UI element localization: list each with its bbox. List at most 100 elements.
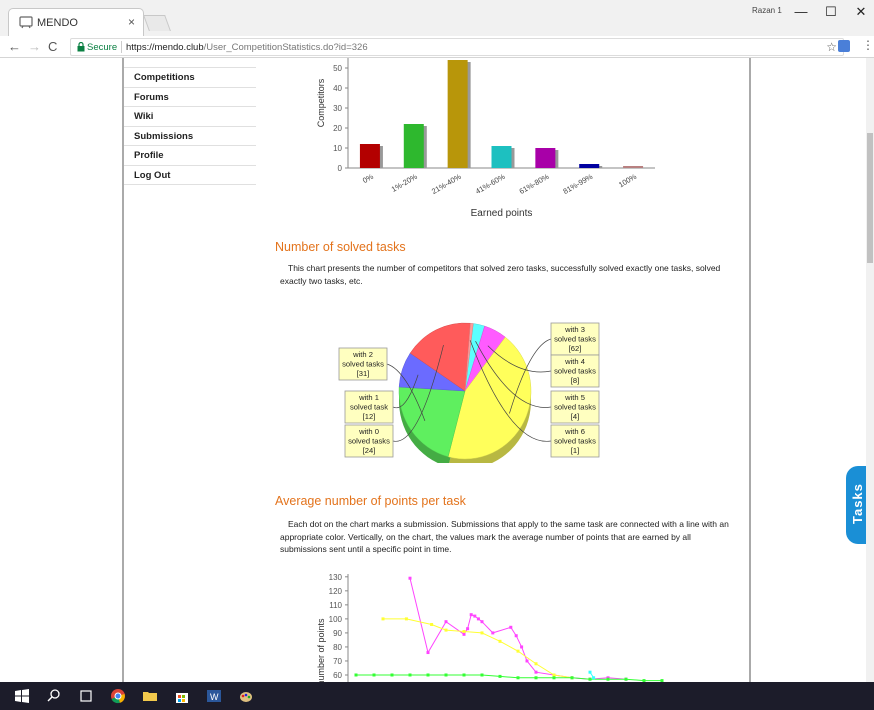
paint-icon[interactable]: [238, 688, 254, 704]
bar-y-tick-label: 20: [333, 124, 342, 133]
line-point: [426, 651, 430, 655]
bar-21%-40%: [447, 60, 468, 168]
pie-label-text: [1]: [571, 446, 579, 455]
chrome-icon[interactable]: [110, 688, 126, 704]
pie-label-text: solved task: [350, 403, 388, 412]
avg-points-line-chart: 60 70 80 90 100 110 120 130 number of points: [316, 573, 664, 682]
pie-label-text: solved tasks: [348, 437, 390, 446]
sidebar-item-submissions[interactable]: Submissions: [124, 127, 256, 146]
line-point: [516, 649, 520, 653]
line-point: [570, 676, 574, 680]
line-point: [480, 620, 484, 624]
pie-label-text: with 4: [564, 357, 585, 366]
line-point: [444, 620, 448, 624]
pie-label-text: [4]: [571, 412, 579, 421]
bar-100%: [623, 166, 644, 168]
line-point: [509, 625, 513, 629]
sidebar-item-logout[interactable]: Log Out: [124, 166, 256, 185]
omnibox[interactable]: Secure https://mendo.club/User_Competiti…: [70, 38, 844, 56]
tab-close-icon[interactable]: ×: [128, 15, 135, 29]
line-point: [525, 659, 529, 663]
sidebar-item-wiki[interactable]: Wiki: [124, 107, 256, 127]
line-y-tick-label: 110: [329, 601, 342, 610]
line-y-tick-label: 70: [333, 657, 342, 666]
bar-y-tick-label: 10: [333, 144, 342, 153]
line-point: [534, 676, 538, 680]
bar-y-tick-label: 0: [338, 164, 343, 173]
bar-y-axis-label: Competitors: [316, 78, 326, 127]
line-point: [462, 630, 466, 634]
line-point: [430, 622, 434, 626]
pie-label-text: [62]: [569, 344, 582, 353]
back-arrow-icon[interactable]: ←: [8, 39, 21, 54]
line-point: [372, 673, 376, 677]
bar-x-tick-label: 81%-99%: [562, 172, 595, 196]
line-point: [469, 613, 473, 617]
line-point: [444, 673, 448, 677]
solved-tasks-title: Number of solved tasks: [275, 240, 406, 254]
line-point: [480, 673, 484, 677]
scrollbar-thumb[interactable]: [867, 133, 873, 263]
file-explorer-icon[interactable]: [142, 688, 158, 704]
pie-label-text: [12]: [363, 412, 376, 421]
line-point: [552, 673, 556, 677]
task-view-icon[interactable]: [78, 688, 94, 704]
sidebar-item-competitions[interactable]: Competitions: [124, 68, 256, 88]
pie-label-text: [8]: [571, 376, 579, 385]
earned-points-bar-chart: 0 10 20 30 40 50 Competitors 0% 1%-20% 21%-40% 41%…: [316, 58, 655, 219]
mendo-favicon-icon: [19, 16, 33, 29]
line-point: [592, 676, 596, 680]
line-point: [462, 673, 466, 677]
maximize-button[interactable]: ☐: [816, 4, 846, 20]
pie-label-text: with 0: [358, 427, 379, 436]
bar-1%-20%: [403, 124, 424, 168]
line-y-tick-label: 130: [329, 573, 343, 582]
sidebar-item-profile[interactable]: Profile: [124, 146, 256, 166]
browser-menu-icon[interactable]: ⋮: [862, 38, 874, 52]
secure-label: Secure: [87, 42, 118, 53]
line-point: [381, 617, 385, 621]
line-point: [534, 662, 538, 666]
close-window-button[interactable]: ✕: [846, 4, 874, 20]
line-point: [624, 677, 628, 681]
bar-x-tick-label: 1%-20%: [390, 172, 419, 194]
tasks-tab-button[interactable]: Tasks: [846, 466, 866, 544]
sidebar-item-forums[interactable]: Forums: [124, 88, 256, 107]
line-point: [390, 673, 394, 677]
line-point: [552, 676, 556, 680]
tab-mendo[interactable]: MENDO ×: [8, 8, 144, 36]
line-point: [498, 674, 502, 678]
line-series: [383, 618, 573, 679]
search-icon[interactable]: [46, 688, 62, 704]
bookmark-star-icon[interactable]: ☆: [826, 40, 837, 54]
pie-label-text: with 5: [564, 393, 585, 402]
svg-text:W: W: [210, 692, 219, 702]
pie-label-text: solved tasks: [554, 403, 596, 412]
reload-icon[interactable]: C: [48, 39, 57, 54]
pie-label-text: with 3: [564, 325, 585, 334]
bar-x-tick-label: 61%-80%: [518, 172, 551, 196]
bar-y-tick-label: 30: [333, 104, 342, 113]
line-y-axis-label: number of points: [316, 618, 326, 682]
pie-label-text: solved tasks: [342, 360, 384, 369]
url-text[interactable]: https://mendo.club/User_CompetitionStati…: [126, 42, 368, 53]
tab-title: MENDO: [37, 17, 78, 29]
store-icon[interactable]: [174, 688, 190, 704]
bar-y-tick-label: 40: [333, 84, 342, 93]
bar-x-axis-label: Earned points: [471, 208, 533, 219]
sidebar-nav: Competitions Forums Wiki Submissions Pro…: [124, 58, 256, 185]
translate-extension-icon[interactable]: [838, 40, 850, 52]
minimize-button[interactable]: —: [786, 4, 816, 19]
windows-start-icon[interactable]: [14, 688, 30, 704]
new-tab-button[interactable]: [143, 15, 171, 31]
bar-0%: [359, 144, 380, 168]
tasks-tab-label: Tasks: [850, 483, 865, 524]
page-scrollbar[interactable]: [866, 58, 874, 682]
forward-arrow-icon[interactable]: →: [28, 39, 41, 54]
bar-41%-60%: [491, 146, 512, 168]
profile-name[interactable]: Razan 1: [752, 6, 782, 15]
bar-x-tick-label: 0%: [361, 172, 375, 185]
avg-points-title: Average number of points per task: [275, 494, 466, 508]
word-icon[interactable]: W: [206, 688, 222, 704]
line-y-tick-label: 120: [329, 587, 343, 596]
